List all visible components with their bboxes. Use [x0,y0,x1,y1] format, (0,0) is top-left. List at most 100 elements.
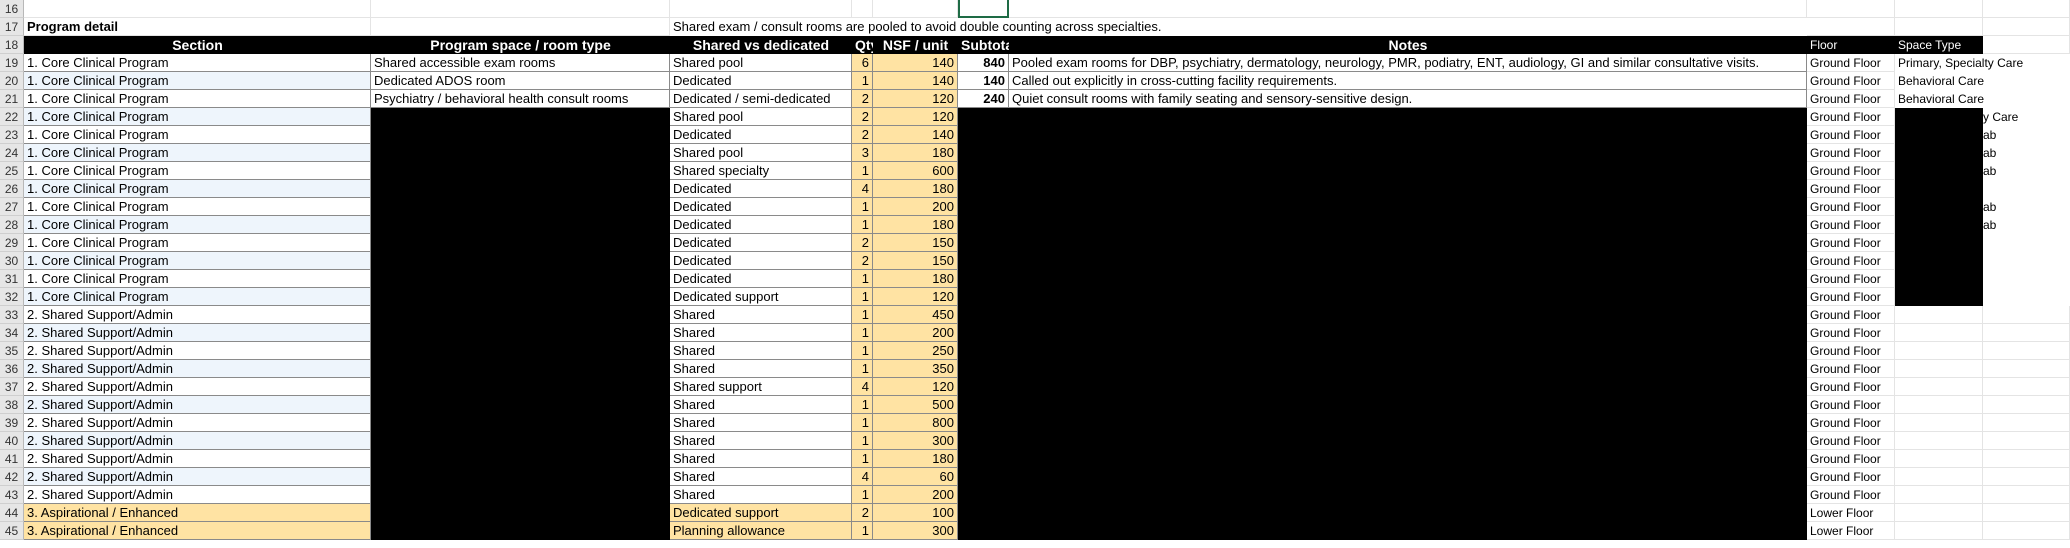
grid-cell[interactable] [1983,36,2070,54]
nsf-per-unit-cell[interactable]: 120 [873,378,958,396]
space-type-overflow[interactable] [1983,252,2070,270]
floor-cell[interactable]: Ground Floor [1807,306,1895,324]
shared-vs-dedicated-cell[interactable]: Dedicated [670,72,852,90]
nsf-per-unit-cell[interactable]: 300 [873,432,958,450]
grid-cell[interactable] [873,0,958,18]
floor-cell[interactable]: Ground Floor [1807,54,1895,72]
floor-cell[interactable]: Ground Floor [1807,486,1895,504]
floor-cell[interactable]: Ground Floor [1807,414,1895,432]
floor-cell[interactable]: Ground Floor [1807,450,1895,468]
shared-vs-dedicated-cell[interactable]: Dedicated [670,234,852,252]
shared-vs-dedicated-cell[interactable]: Dedicated support [670,288,852,306]
grid-cell[interactable] [371,0,670,18]
program-space-cell[interactable]: Psychiatry / behavioral health consult r… [371,90,670,108]
floor-cell[interactable]: Ground Floor [1807,144,1895,162]
nsf-per-unit-cell[interactable]: 150 [873,252,958,270]
row-number[interactable]: 30 [0,252,24,270]
spreadsheet-grid[interactable]: 16 17 Program detail Shared exam / consult … [0,0,2070,548]
floor-cell[interactable]: Ground Floor [1807,72,1895,90]
section-cell[interactable]: 1. Core Clinical Program [24,270,371,288]
qty-cell[interactable]: 1 [852,270,873,288]
floor-cell[interactable]: Ground Floor [1807,288,1895,306]
shared-vs-dedicated-cell[interactable]: Dedicated [670,270,852,288]
nsf-per-unit-cell[interactable]: 250 [873,342,958,360]
shared-vs-dedicated-cell[interactable]: Shared [670,486,852,504]
subtotal-nsf-cell[interactable]: 240 [958,90,1009,108]
space-type-overflow[interactable]: ab [1983,216,2070,234]
qty-cell[interactable]: 1 [852,342,873,360]
floor-cell[interactable]: Ground Floor [1807,198,1895,216]
qty-cell[interactable]: 2 [852,504,873,522]
grid-cell[interactable] [1983,486,2070,504]
notes-cell[interactable]: Called out explicitly in cross-cutting f… [1009,72,1807,90]
row-number[interactable]: 21 [0,90,24,108]
grid-cell[interactable] [1983,504,2070,522]
floor-cell[interactable]: Ground Floor [1807,396,1895,414]
grid-cell[interactable] [1895,0,1983,18]
nsf-per-unit-cell[interactable]: 180 [873,450,958,468]
row-number[interactable]: 18 [0,36,24,54]
row-number[interactable]: 36 [0,360,24,378]
section-cell[interactable]: 3. Aspirational / Enhanced [24,522,371,540]
shared-vs-dedicated-cell[interactable]: Dedicated [670,216,852,234]
section-cell[interactable]: 2. Shared Support/Admin [24,306,371,324]
shared-vs-dedicated-cell[interactable]: Shared support [670,378,852,396]
row-number[interactable]: 19 [0,54,24,72]
row-number[interactable]: 29 [0,234,24,252]
floor-cell[interactable]: Ground Floor [1807,468,1895,486]
space-type-overflow[interactable]: ab [1983,144,2070,162]
qty-cell[interactable]: 6 [852,54,873,72]
shared-vs-dedicated-cell[interactable]: Shared pool [670,144,852,162]
space-type-cell[interactable] [1895,342,1983,360]
section-cell[interactable]: 1. Core Clinical Program [24,126,371,144]
grid-cell[interactable] [1983,324,2070,342]
shared-vs-dedicated-cell[interactable]: Shared [670,396,852,414]
section-cell[interactable]: 1. Core Clinical Program [24,252,371,270]
grid-cell[interactable] [1983,450,2070,468]
row-number[interactable]: 45 [0,522,24,540]
space-type-cell[interactable]: Behavioral Care [1895,90,2070,108]
shared-vs-dedicated-cell[interactable]: Shared pool [670,108,852,126]
qty-cell[interactable]: 1 [852,324,873,342]
section-cell[interactable]: 1. Core Clinical Program [24,234,371,252]
section-cell[interactable]: 2. Shared Support/Admin [24,378,371,396]
section-cell[interactable]: 2. Shared Support/Admin [24,450,371,468]
shared-vs-dedicated-cell[interactable]: Shared pool [670,54,852,72]
section-cell[interactable]: 1. Core Clinical Program [24,288,371,306]
space-type-cell[interactable] [1895,432,1983,450]
qty-cell[interactable]: 4 [852,180,873,198]
space-type-overflow[interactable] [1983,180,2070,198]
grid-cell[interactable] [1983,342,2070,360]
grid-cell[interactable] [852,0,873,18]
qty-cell[interactable]: 1 [852,486,873,504]
notes-cell[interactable]: Pooled exam rooms for DBP, psychiatry, d… [1009,54,1807,72]
row-number[interactable]: 24 [0,144,24,162]
nsf-per-unit-cell[interactable]: 450 [873,306,958,324]
qty-cell[interactable]: 1 [852,360,873,378]
row-number[interactable]: 28 [0,216,24,234]
qty-cell[interactable]: 1 [852,198,873,216]
space-type-overflow[interactable] [1983,234,2070,252]
space-type-cell[interactable] [1895,324,1983,342]
nsf-per-unit-cell[interactable]: 140 [873,126,958,144]
nsf-per-unit-cell[interactable]: 300 [873,522,958,540]
row-number[interactable]: 23 [0,126,24,144]
qty-cell[interactable]: 4 [852,468,873,486]
nsf-per-unit-cell[interactable]: 200 [873,198,958,216]
shared-vs-dedicated-cell[interactable]: Shared [670,360,852,378]
qty-cell[interactable]: 1 [852,162,873,180]
nsf-per-unit-cell[interactable]: 120 [873,90,958,108]
row-number[interactable]: 42 [0,468,24,486]
floor-cell[interactable]: Ground Floor [1807,432,1895,450]
shared-vs-dedicated-cell[interactable]: Planning allowance [670,522,852,540]
shared-vs-dedicated-cell[interactable]: Shared [670,432,852,450]
subtotal-nsf-cell[interactable]: 140 [958,72,1009,90]
floor-cell[interactable]: Ground Floor [1807,180,1895,198]
nsf-per-unit-cell[interactable]: 180 [873,216,958,234]
grid-cell[interactable] [1807,0,1895,18]
section-cell[interactable]: 1. Core Clinical Program [24,54,371,72]
row-number[interactable]: 35 [0,342,24,360]
space-type-cell[interactable] [1895,414,1983,432]
space-type-cell[interactable] [1895,396,1983,414]
row-number[interactable]: 32 [0,288,24,306]
